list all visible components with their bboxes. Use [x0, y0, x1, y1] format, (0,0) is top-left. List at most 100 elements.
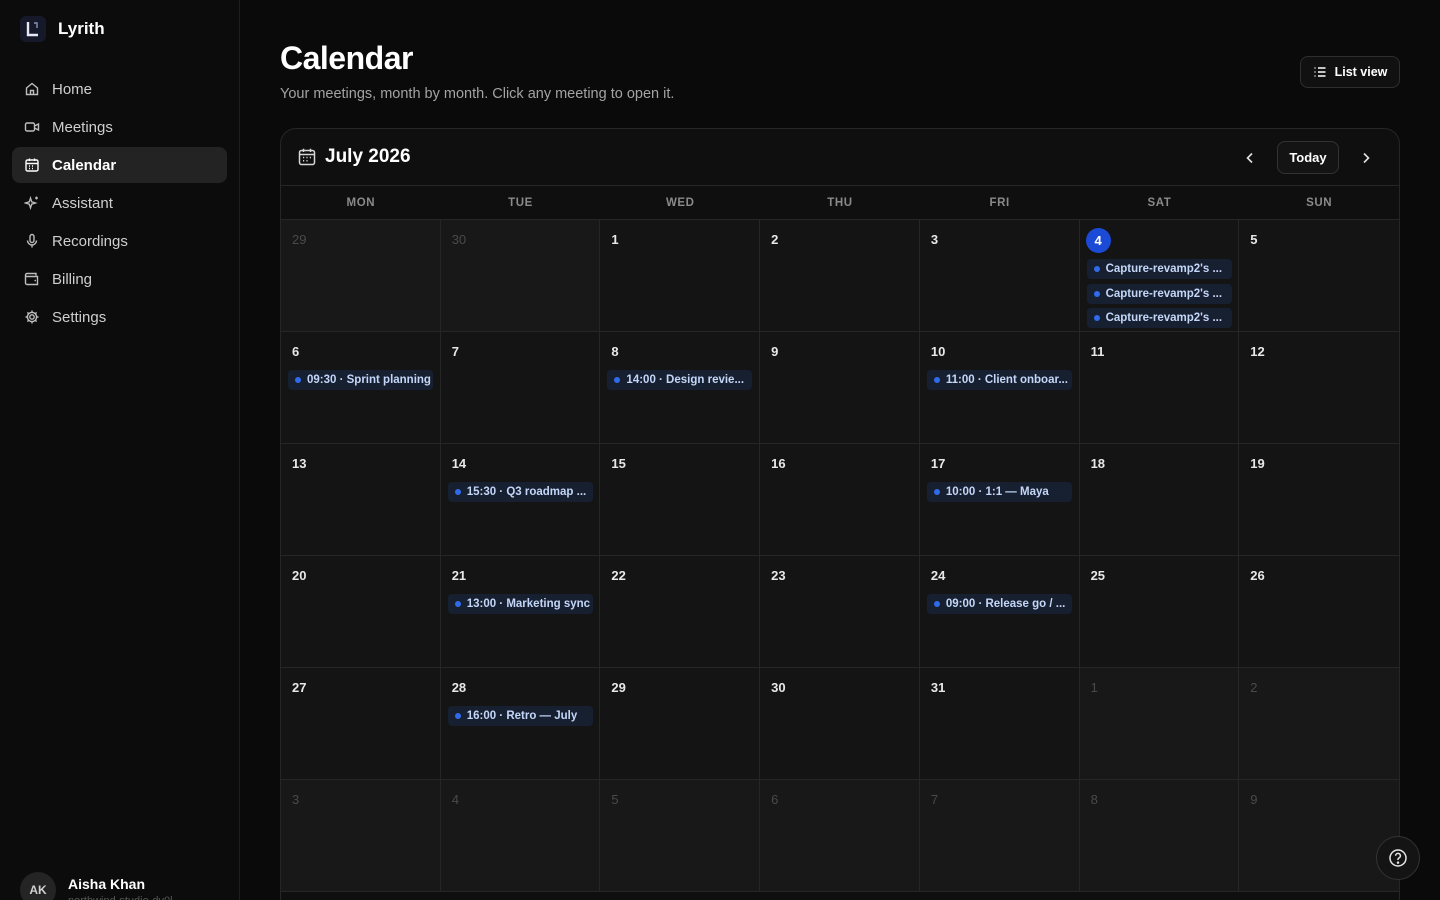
day-cell[interactable]: 1: [600, 220, 761, 332]
day-cell[interactable]: 16: [760, 444, 920, 556]
day-cell[interactable]: 3: [919, 220, 1080, 332]
day-cell[interactable]: 8: [1079, 780, 1240, 892]
day-cell[interactable]: 2: [760, 220, 920, 332]
sidebar-item-calendar[interactable]: Calendar: [12, 147, 227, 183]
day-cell[interactable]: 6 09:30 · Sprint planning: [281, 332, 441, 444]
help-button[interactable]: [1376, 836, 1420, 880]
day-cell[interactable]: 12: [1239, 332, 1399, 444]
day-cell[interactable]: 19: [1239, 444, 1399, 556]
sidebar-item-home[interactable]: Home: [12, 71, 227, 107]
list-icon: [1314, 67, 1326, 77]
day-number: 27: [292, 680, 307, 695]
day-cell[interactable]: 2: [1239, 668, 1399, 780]
sidebar-item-settings[interactable]: Settings: [12, 299, 227, 335]
avatar: AK: [20, 872, 56, 900]
day-number: 3: [292, 792, 300, 807]
sidebar-item-assistant[interactable]: Assistant: [12, 185, 227, 221]
day-cell[interactable]: 29: [600, 668, 761, 780]
day-number: 6: [292, 344, 300, 359]
sidebar-item-label: Settings: [52, 308, 107, 326]
day-cell[interactable]: 24 09:00 · Release go / ...: [919, 556, 1080, 668]
next-month-button[interactable]: [1353, 142, 1379, 174]
day-cell[interactable]: 8 14:00 · Design revie...: [600, 332, 761, 444]
day-cell[interactable]: 30: [440, 220, 601, 332]
brand[interactable]: Lyrith: [20, 16, 105, 42]
day-number: 24: [930, 568, 946, 583]
calendar-grid: 29 30 1 2 3 4 Capture-revamp2's ... Capture-rev…: [281, 220, 1399, 892]
today-button[interactable]: Today: [1277, 141, 1339, 174]
event-chip[interactable]: 11:00 · Client onboar...: [926, 370, 1072, 390]
day-cell[interactable]: 15: [600, 444, 761, 556]
day-cell[interactable]: 6: [760, 780, 920, 892]
day-cell[interactable]: 27: [281, 668, 441, 780]
day-number: 7: [930, 792, 939, 807]
calendar-icon: [298, 148, 316, 166]
sidebar-item-recordings[interactable]: Recordings: [12, 223, 227, 259]
event-dot: [933, 489, 940, 495]
day-cell[interactable]: 9: [1239, 780, 1399, 892]
event-chip[interactable]: 09:00 · Release go / ...: [926, 594, 1072, 614]
event-title: 09:30 · Sprint planning: [307, 374, 431, 386]
day-cell[interactable]: 7: [440, 332, 601, 444]
user-profile[interactable]: AK Aisha Khan northwind-studio-dv0l: [20, 872, 173, 900]
sidebar-item-meetings[interactable]: Meetings: [12, 109, 227, 145]
sidebar-item-billing[interactable]: Billing: [12, 261, 227, 297]
previous-month-button[interactable]: [1237, 142, 1263, 174]
day-number: 30: [451, 232, 467, 247]
day-cell[interactable]: 3: [281, 780, 441, 892]
event-title: 16:00 · Retro — July: [466, 710, 578, 722]
day-cell[interactable]: 10 11:00 · Client onboar...: [919, 332, 1080, 444]
weekday-label: FRI: [989, 196, 1010, 209]
sidebar-item-label: Recordings: [52, 232, 128, 250]
day-cell[interactable]: 20: [281, 556, 441, 668]
day-cell[interactable]: 29: [281, 220, 441, 332]
event-list: 15:30 · Q3 roadmap ...: [447, 482, 594, 502]
event-dot: [1093, 315, 1100, 321]
day-cell[interactable]: 25: [1079, 556, 1240, 668]
event-list: 09:30 · Sprint planning: [288, 370, 434, 390]
event-chip[interactable]: 15:30 · Q3 roadmap ...: [447, 482, 593, 502]
day-cell[interactable]: 22: [600, 556, 761, 668]
event-dot: [1093, 266, 1100, 272]
event-list: 13:00 · Marketing sync: [447, 594, 594, 614]
day-cell[interactable]: 21 13:00 · Marketing sync: [440, 556, 601, 668]
event-chip[interactable]: 10:00 · 1:1 — Maya: [926, 482, 1072, 502]
event-chip[interactable]: Capture-revamp2's ...: [1086, 308, 1232, 328]
day-cell[interactable]: 14 15:30 · Q3 roadmap ...: [440, 444, 601, 556]
day-cell[interactable]: 17 10:00 · 1:1 — Maya: [919, 444, 1080, 556]
day-cell[interactable]: 30: [760, 668, 920, 780]
day-number: 29: [292, 232, 307, 247]
day-cell[interactable]: 5: [600, 780, 761, 892]
logo-icon: [20, 16, 46, 42]
event-dot: [454, 489, 461, 495]
day-cell[interactable]: 13: [281, 444, 441, 556]
day-cell[interactable]: 31: [919, 668, 1080, 780]
event-title: 10:00 · 1:1 — Maya: [945, 486, 1049, 498]
day-cell[interactable]: 11: [1079, 332, 1240, 444]
day-cell[interactable]: 1: [1079, 668, 1240, 780]
gear-icon: [25, 310, 39, 324]
day-number: 30: [771, 680, 786, 695]
day-cell[interactable]: 26: [1239, 556, 1399, 668]
day-cell[interactable]: 28 16:00 · Retro — July: [440, 668, 601, 780]
day-cell[interactable]: 4: [440, 780, 601, 892]
event-chip[interactable]: 13:00 · Marketing sync: [447, 594, 593, 614]
event-chip[interactable]: 16:00 · Retro — July: [447, 706, 593, 726]
day-cell[interactable]: 9: [760, 332, 920, 444]
event-title: Capture-revamp2's ...: [1105, 312, 1223, 324]
event-chip[interactable]: Capture-revamp2's ...: [1086, 283, 1232, 304]
calendar-panel: July 2026 Today MON TUE WED THU FRI SAT SUN 29…: [280, 128, 1400, 900]
event-chip[interactable]: 14:00 · Design revie...: [607, 370, 753, 390]
day-cell[interactable]: 18: [1079, 444, 1240, 556]
day-cell[interactable]: 5: [1239, 220, 1399, 332]
day-number: 12: [1250, 344, 1265, 359]
day-cell-today[interactable]: 4 Capture-revamp2's ... Capture-revamp2's …: [1079, 220, 1240, 332]
event-chip[interactable]: 09:30 · Sprint planning: [288, 370, 433, 390]
list-view-button[interactable]: List view: [1300, 56, 1400, 88]
day-cell[interactable]: 7: [919, 780, 1080, 892]
event-dot: [933, 601, 940, 607]
microphone-icon: [26, 233, 38, 248]
day-cell[interactable]: 23: [760, 556, 920, 668]
event-chip[interactable]: Capture-revamp2's ...: [1086, 259, 1232, 279]
list-view-label: List view: [1334, 65, 1388, 79]
